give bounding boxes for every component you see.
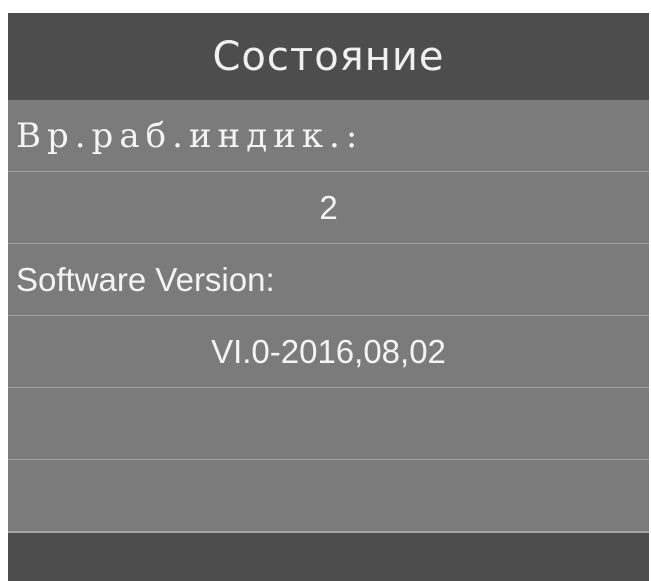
list-item-empty-2	[8, 460, 649, 532]
screen-header: Состояние	[8, 13, 649, 100]
software-version-label: Software Version:	[16, 260, 275, 298]
software-version-value: VI.0-2016,08,02	[211, 332, 446, 370]
screen-title: Состояние	[212, 33, 445, 80]
work-time-value: 2	[319, 188, 338, 226]
list-item-software-version-label: Software Version:	[8, 244, 649, 316]
status-screen: Состояние Вр.раб.индик.: 2 Software Vers…	[8, 13, 649, 581]
list-item-empty-1	[8, 388, 649, 460]
list-item-software-version-value: VI.0-2016,08,02	[8, 316, 649, 388]
list-item-work-time-label: Вр.раб.индик.:	[8, 100, 649, 172]
work-time-label: Вр.раб.индик.:	[16, 115, 364, 156]
list-item-work-time-value: 2	[8, 172, 649, 244]
screen-footer	[8, 532, 649, 581]
